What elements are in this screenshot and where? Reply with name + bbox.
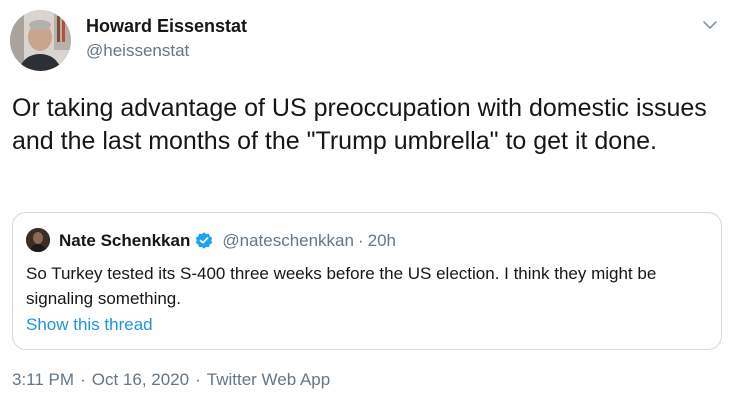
quoted-timestamp[interactable]: 20h: [368, 231, 396, 251]
quoted-author-name: Nate Schenkkan: [59, 231, 191, 250]
quoted-author-handle: @nateschenkkan: [222, 231, 354, 250]
tweet-time[interactable]: 3:11 PM: [12, 370, 74, 390]
author-handle[interactable]: @heissenstat: [86, 40, 189, 62]
quoted-author-avatar: [26, 228, 50, 252]
tweet-date[interactable]: Oct 16, 2020: [92, 370, 189, 390]
show-thread-link[interactable]: Show this thread: [26, 314, 153, 336]
tweet-footer: 3:11 PM · Oct 16, 2020 · Twitter Web App: [12, 369, 330, 391]
avatar-photo: [10, 10, 71, 71]
quoted-tweet[interactable]: Nate Schenkkan @nateschenkkan · 20h So T…: [12, 212, 722, 350]
tweet-source[interactable]: Twitter Web App: [207, 370, 330, 390]
author-avatar[interactable]: [10, 10, 71, 71]
footer-separator: ·: [80, 370, 86, 389]
tweet-text: Or taking advantage of US preoccupation …: [12, 94, 707, 155]
author-name[interactable]: Howard Eissenstat: [86, 15, 247, 37]
quoted-tweet-text: So Turkey tested its S-400 three weeks b…: [26, 264, 657, 308]
footer-separator: ·: [195, 370, 201, 389]
verified-badge-icon: [196, 232, 213, 249]
quoted-separator: ·: [357, 231, 364, 250]
tweet-card: Howard Eissenstat @heissenstat Or taking…: [0, 0, 733, 405]
quoted-tweet-header: Nate Schenkkan @nateschenkkan · 20h: [59, 230, 396, 252]
chevron-down-icon[interactable]: [697, 12, 723, 38]
